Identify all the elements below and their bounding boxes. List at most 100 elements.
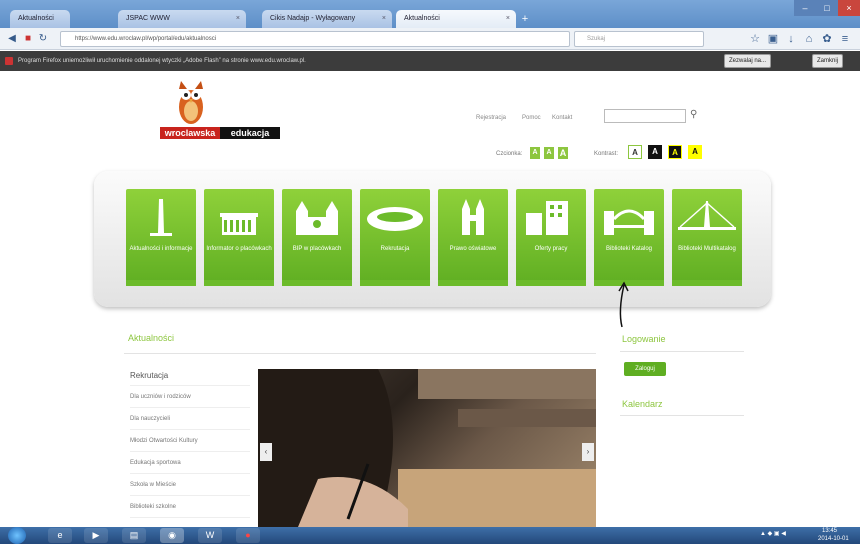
bookmarks-icon[interactable]: ▣ — [766, 31, 780, 47]
slider-prev-button[interactable]: ‹ — [260, 443, 272, 461]
plugin-warning-icon — [5, 57, 13, 65]
menu-tile-label: Biblioteki Katalog — [605, 246, 653, 252]
login-button[interactable]: Zaloguj — [624, 362, 666, 376]
close-icon[interactable]: × — [506, 10, 510, 28]
tab-label: Aktualności — [18, 15, 54, 22]
tray-icons[interactable]: ▲ ◆ ▣ ◀ — [760, 530, 786, 537]
menu-tile-label: Oferty pracy — [534, 246, 568, 252]
internet-explorer-icon[interactable]: e — [48, 528, 72, 543]
close-icon[interactable]: × — [382, 10, 386, 28]
close-notice-button[interactable]: Zamknij — [812, 54, 844, 68]
menu-tile-library-catalog[interactable]: Biblioteki Katalog — [594, 189, 664, 286]
opera-icon[interactable]: ● — [236, 528, 260, 543]
news-heading: Aktualności — [128, 333, 175, 343]
bridge-icon — [604, 209, 654, 235]
office-icon — [526, 201, 568, 235]
maximize-button[interactable]: □ — [816, 0, 838, 16]
new-tab-button[interactable]: + — [518, 12, 532, 26]
calendar-heading: Kalendarz — [622, 399, 663, 409]
minimize-button[interactable]: – — [794, 0, 816, 16]
back-icon[interactable]: ◀ — [6, 32, 18, 46]
obelisk-icon — [150, 199, 172, 236]
slider-next-button[interactable]: › — [582, 443, 594, 461]
font-size-large-button[interactable]: A — [558, 147, 568, 159]
close-icon[interactable]: × — [236, 10, 240, 28]
site-search-input[interactable] — [604, 109, 686, 123]
side-menu-item[interactable]: Edukacja sportowa — [130, 453, 250, 474]
top-link-register[interactable]: Rejestracja — [476, 115, 506, 121]
side-menu-item[interactable]: Dla uczniów i rodziców — [130, 387, 250, 408]
side-menu-item[interactable]: Szkoła w Mieście — [130, 475, 250, 496]
menu-tile-label: Prawo oświatowe — [449, 246, 497, 252]
os-taskbar: e ▶ ▤ ◉ W ● ▲ ◆ ▣ ◀ 13:45 2014-10-01 — [0, 527, 860, 544]
side-menu-item[interactable]: Młodzi Otwartości Kultury — [130, 431, 250, 452]
refresh-icon[interactable]: ↻ — [38, 32, 48, 46]
tab-aktualnosci-1[interactable]: Aktualności — [10, 10, 70, 28]
clock-time[interactable]: 13:45 — [822, 528, 837, 534]
owl-mascot-icon — [179, 81, 203, 124]
top-link-contact[interactable]: Kontakt — [552, 115, 572, 121]
menu-tile-jobs[interactable]: Oferty pracy — [516, 189, 586, 286]
window-close-button[interactable]: × — [838, 0, 860, 16]
side-menu-item[interactable]: Biblioteki szkolne — [130, 497, 250, 518]
addon-icon[interactable]: ✿ — [820, 31, 834, 47]
media-player-icon[interactable]: ▶ — [84, 528, 108, 543]
firefox-icon[interactable]: ◉ — [160, 528, 184, 543]
divider — [124, 353, 596, 354]
word-icon[interactable]: W — [198, 528, 222, 543]
main-menu: Aktualności i informacje Informator o pl… — [94, 171, 771, 307]
tab-jspac[interactable]: JSPAC WWW × — [118, 10, 246, 28]
url-input[interactable]: https://www.edu.wroclaw.pl/wp/portal/edu… — [60, 31, 570, 47]
contrast-label: Kontrast: — [594, 151, 619, 157]
news-image-slider[interactable]: ‹ › — [258, 369, 596, 527]
plugin-notice-bar: Program Firefox uniemożliwił uruchomieni… — [0, 51, 860, 71]
contrast-dark-button[interactable]: A — [648, 145, 662, 159]
site-identity-icon[interactable]: ■ — [22, 32, 34, 46]
contrast-yellow-button[interactable]: A — [688, 145, 702, 159]
side-menu-item[interactable]: Dla nauczycieli — [130, 409, 250, 430]
web-page: wroclawska edukacja Rejestracja Pomoc Ko… — [0, 71, 860, 527]
tab-cikis[interactable]: Cikis Nadajp - Wyłagowany × — [262, 10, 392, 28]
clock-date[interactable]: 2014-10-01 — [818, 536, 849, 542]
navigation-bar: ◀ ■ ↻ https://www.edu.wroclaw.pl/wp/port… — [0, 28, 860, 50]
tab-label: Cikis Nadajp - Wyłagowany — [270, 15, 356, 22]
menu-tile-news[interactable]: Aktualności i informacje — [126, 189, 196, 286]
side-menu-item[interactable]: Rekrutacja — [130, 365, 250, 386]
start-button[interactable] — [8, 527, 26, 544]
cathedral-icon — [296, 201, 338, 235]
tab-label: JSPAC WWW — [126, 15, 170, 22]
menu-tile-bip[interactable]: BIP w placówkach — [282, 189, 352, 286]
logo-text-red: wroclawska — [160, 127, 220, 139]
tab-label: Aktualności — [404, 15, 440, 22]
download-icon[interactable]: ↓ — [784, 31, 798, 47]
menu-tile-law[interactable]: Prawo oświatowe — [438, 189, 508, 286]
star-icon[interactable]: ☆ — [748, 31, 762, 47]
font-size-small-button[interactable]: A — [530, 147, 540, 159]
allow-plugin-button[interactable]: Zezwalaj na... — [724, 54, 772, 68]
menu-tile-label: Aktualności i informacje — [129, 246, 193, 252]
file-explorer-icon[interactable]: ▤ — [122, 528, 146, 543]
contrast-normal-button[interactable]: A — [628, 145, 642, 159]
church-tower-icon — [462, 199, 484, 235]
contrast-yellow-dark-button[interactable]: A — [668, 145, 682, 159]
menu-tile-institutions[interactable]: Informator o placówkach — [204, 189, 274, 286]
menu-icon[interactable]: ≡ — [838, 31, 852, 47]
menu-tile-recruitment[interactable]: Rekrutacja — [360, 189, 430, 286]
annotation-arrow — [618, 281, 629, 328]
browser-search-input[interactable]: Szukaj — [574, 31, 704, 47]
menu-tile-label: Informator o placówkach — [206, 246, 272, 252]
divider — [620, 351, 744, 352]
font-size-medium-button[interactable]: A — [544, 147, 554, 159]
top-link-help[interactable]: Pomoc — [522, 115, 541, 121]
notice-text: Program Firefox uniemożliwił uruchomieni… — [18, 58, 306, 64]
divider — [620, 415, 744, 416]
tab-aktualnosci-active[interactable]: Aktualności × — [396, 10, 516, 28]
menu-tile-library-multicatalog[interactable]: Biblioteki Multikatalog — [672, 189, 742, 286]
site-logo[interactable]: wroclawska edukacja — [160, 77, 284, 149]
browser-tab-bar: Aktualności JSPAC WWW × Cikis Nadajp - Wy… — [0, 0, 860, 28]
menu-tile-label: Biblioteki Multikatalog — [678, 246, 736, 252]
search-icon[interactable]: ⚲ — [690, 109, 697, 120]
building-icon — [220, 213, 258, 235]
menu-tile-label: Rekrutacja — [380, 246, 410, 252]
home-icon[interactable]: ⌂ — [802, 31, 816, 47]
